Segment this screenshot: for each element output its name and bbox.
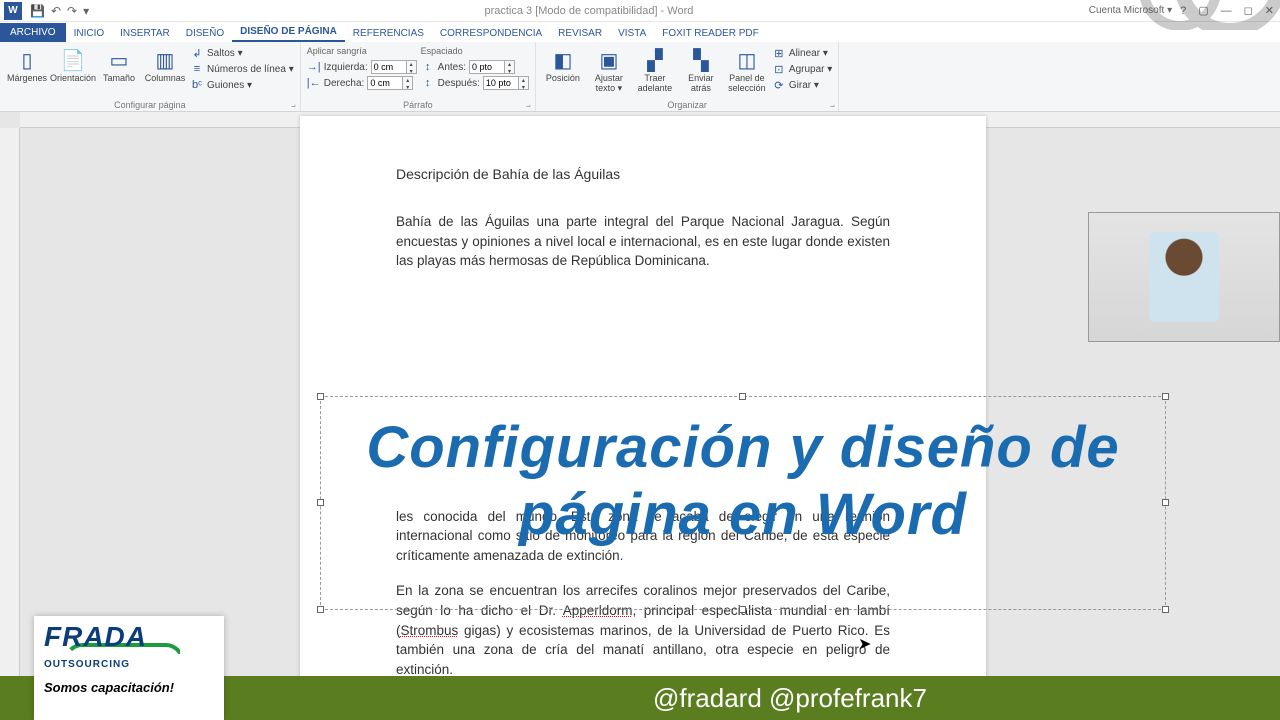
ribbon-options-icon[interactable]: ▢ xyxy=(1198,4,1208,17)
quick-access-toolbar: 💾 ↶ ↷ ▾ xyxy=(30,4,89,18)
ribbon: ▯Márgenes 📄Orientación ▭Tamaño ▥Columnas… xyxy=(0,42,1280,112)
resize-handle-ml[interactable] xyxy=(317,499,324,506)
rotate-icon: ⟳ xyxy=(772,78,786,92)
resize-handle-tl[interactable] xyxy=(317,393,324,400)
bring-forward-icon: ▞ xyxy=(641,46,669,74)
posicion-button[interactable]: ◧Posición xyxy=(542,44,584,84)
alinear-button[interactable]: ⊞Alinear ▾ xyxy=(772,46,832,60)
redo-icon[interactable]: ↷ xyxy=(67,4,77,18)
resize-handle-br[interactable] xyxy=(1162,606,1169,613)
saltos-button[interactable]: ↲Saltos ▾ xyxy=(190,46,294,60)
resize-handle-tm[interactable] xyxy=(739,393,746,400)
columns-icon: ▥ xyxy=(151,46,179,74)
resize-handle-tr[interactable] xyxy=(1162,393,1169,400)
account-menu[interactable]: Cuenta Microsoft ▾ xyxy=(1089,5,1172,16)
guiones-button[interactable]: bᶜGuiones ▾ xyxy=(190,78,294,92)
tab-diseno[interactable]: DISEÑO xyxy=(178,25,232,42)
spelling-error-2[interactable]: Strombus xyxy=(401,623,459,638)
indent-right-icon: |← xyxy=(307,76,321,90)
wrap-text-icon: ▣ xyxy=(595,46,623,74)
social-handles: @fradard @profefrank7 xyxy=(653,683,927,714)
traer-adelante-button[interactable]: ▞Traer adelante xyxy=(634,44,676,94)
spacing-after-row: ↕Después: ▴▾ xyxy=(421,76,529,90)
align-icon: ⊞ xyxy=(772,46,786,60)
enviar-atras-button[interactable]: ▚Enviar atrás xyxy=(680,44,722,94)
group-arrange: ◧Posición ▣Ajustar texto ▾ ▞Traer adelan… xyxy=(536,42,839,111)
tab-insertar[interactable]: INSERTAR xyxy=(112,25,178,42)
line-numbers-icon: ≡ xyxy=(190,62,204,76)
numeros-linea-button[interactable]: ≡Números de línea ▾ xyxy=(190,62,294,76)
maximize-icon[interactable]: ◻ xyxy=(1244,4,1253,17)
doc-paragraph-1[interactable]: Bahía de las Águilas una parte integral … xyxy=(396,212,890,271)
spacing-header: Espaciado xyxy=(421,46,529,56)
indent-header: Aplicar sangría xyxy=(307,46,417,56)
undo-icon[interactable]: ↶ xyxy=(51,4,61,18)
logo-subtitle: OUTSOURCING xyxy=(44,659,214,670)
group-label-paragraph[interactable]: Párrafo xyxy=(307,99,529,111)
logo-brand: FRADA xyxy=(44,624,214,649)
frada-logo-box: FRADA OUTSOURCING Somos capacitación! xyxy=(34,616,224,720)
webcam-overlay xyxy=(1088,212,1280,342)
group-label-arrange[interactable]: Organizar xyxy=(542,99,832,111)
tab-foxit[interactable]: FOXIT READER PDF xyxy=(654,25,767,42)
tab-revisar[interactable]: REVISAR xyxy=(550,25,610,42)
tab-archivo[interactable]: ARCHIVO xyxy=(0,23,66,42)
orientation-icon: 📄 xyxy=(59,46,87,74)
hyphenation-icon: bᶜ xyxy=(190,78,204,92)
tab-vista[interactable]: VISTA xyxy=(610,25,654,42)
send-backward-icon: ▚ xyxy=(687,46,715,74)
agrupar-button[interactable]: ⊡Agrupar ▾ xyxy=(772,62,832,76)
wordart-selection-frame[interactable]: Configuración y diseño de página en Word xyxy=(320,396,1166,610)
logo-tagline: Somos capacitación! xyxy=(44,680,214,695)
word-app-icon: W xyxy=(4,2,22,20)
presenter-silhouette xyxy=(1149,232,1219,322)
resize-handle-mr[interactable] xyxy=(1162,499,1169,506)
tab-referencias[interactable]: REFERENCIAS xyxy=(345,25,432,42)
margins-icon: ▯ xyxy=(13,46,41,74)
group-icon: ⊡ xyxy=(772,62,786,76)
indent-left-icon: →| xyxy=(307,60,321,74)
spacing-before-row: ↕Antes: ▴▾ xyxy=(421,60,529,74)
vertical-ruler[interactable] xyxy=(0,128,20,710)
group-label-page-setup[interactable]: Configurar página xyxy=(6,99,294,111)
spacing-after-input[interactable]: ▴▾ xyxy=(483,76,529,90)
indent-left-input[interactable]: ▴▾ xyxy=(371,60,417,74)
help-icon[interactable]: ? xyxy=(1180,5,1186,17)
ribbon-tabs: ARCHIVO INICIO INSERTAR DISEÑO DISEÑO DE… xyxy=(0,22,1280,42)
doc-heading[interactable]: Descripción de Bahía de las Águilas xyxy=(396,166,890,182)
orientacion-button[interactable]: 📄Orientación xyxy=(52,44,94,84)
ajustar-texto-button[interactable]: ▣Ajustar texto ▾ xyxy=(588,44,630,94)
margenes-button[interactable]: ▯Márgenes xyxy=(6,44,48,84)
columnas-button[interactable]: ▥Columnas xyxy=(144,44,186,84)
position-icon: ◧ xyxy=(549,46,577,74)
panel-seleccion-button[interactable]: ◫Panel de selección xyxy=(726,44,768,94)
spacing-before-icon: ↕ xyxy=(421,60,435,74)
window-title: practica 3 [Modo de compatibilidad] - Wo… xyxy=(89,5,1089,17)
close-icon[interactable]: ✕ xyxy=(1265,4,1274,17)
tamano-button[interactable]: ▭Tamaño xyxy=(98,44,140,84)
group-paragraph: Aplicar sangría →|Izquierda: ▴▾ |←Derech… xyxy=(301,42,536,111)
girar-button[interactable]: ⟳Girar ▾ xyxy=(772,78,832,92)
size-icon: ▭ xyxy=(105,46,133,74)
save-icon[interactable]: 💾 xyxy=(30,4,45,18)
spacing-before-input[interactable]: ▴▾ xyxy=(469,60,515,74)
window-controls: ? ▢ — ◻ ✕ xyxy=(1180,4,1274,17)
breaks-icon: ↲ xyxy=(190,46,204,60)
indent-right-row: |←Derecha: ▴▾ xyxy=(307,76,417,90)
group-page-setup: ▯Márgenes 📄Orientación ▭Tamaño ▥Columnas… xyxy=(0,42,301,111)
indent-right-input[interactable]: ▴▾ xyxy=(367,76,413,90)
tab-correspondencia[interactable]: CORRESPONDENCIA xyxy=(432,25,550,42)
selection-pane-icon: ◫ xyxy=(733,46,761,74)
resize-handle-bm[interactable] xyxy=(739,606,746,613)
wordart-text[interactable]: Configuración y diseño de página en Word xyxy=(321,397,1165,566)
minimize-icon[interactable]: — xyxy=(1221,5,1232,17)
title-bar: W 💾 ↶ ↷ ▾ practica 3 [Modo de compatibil… xyxy=(0,0,1280,22)
tab-inicio[interactable]: INICIO xyxy=(66,25,113,42)
indent-left-row: →|Izquierda: ▴▾ xyxy=(307,60,417,74)
spacing-after-icon: ↕ xyxy=(421,76,435,90)
tab-diseno-pagina[interactable]: DISEÑO DE PÁGINA xyxy=(232,23,345,42)
resize-handle-bl[interactable] xyxy=(317,606,324,613)
